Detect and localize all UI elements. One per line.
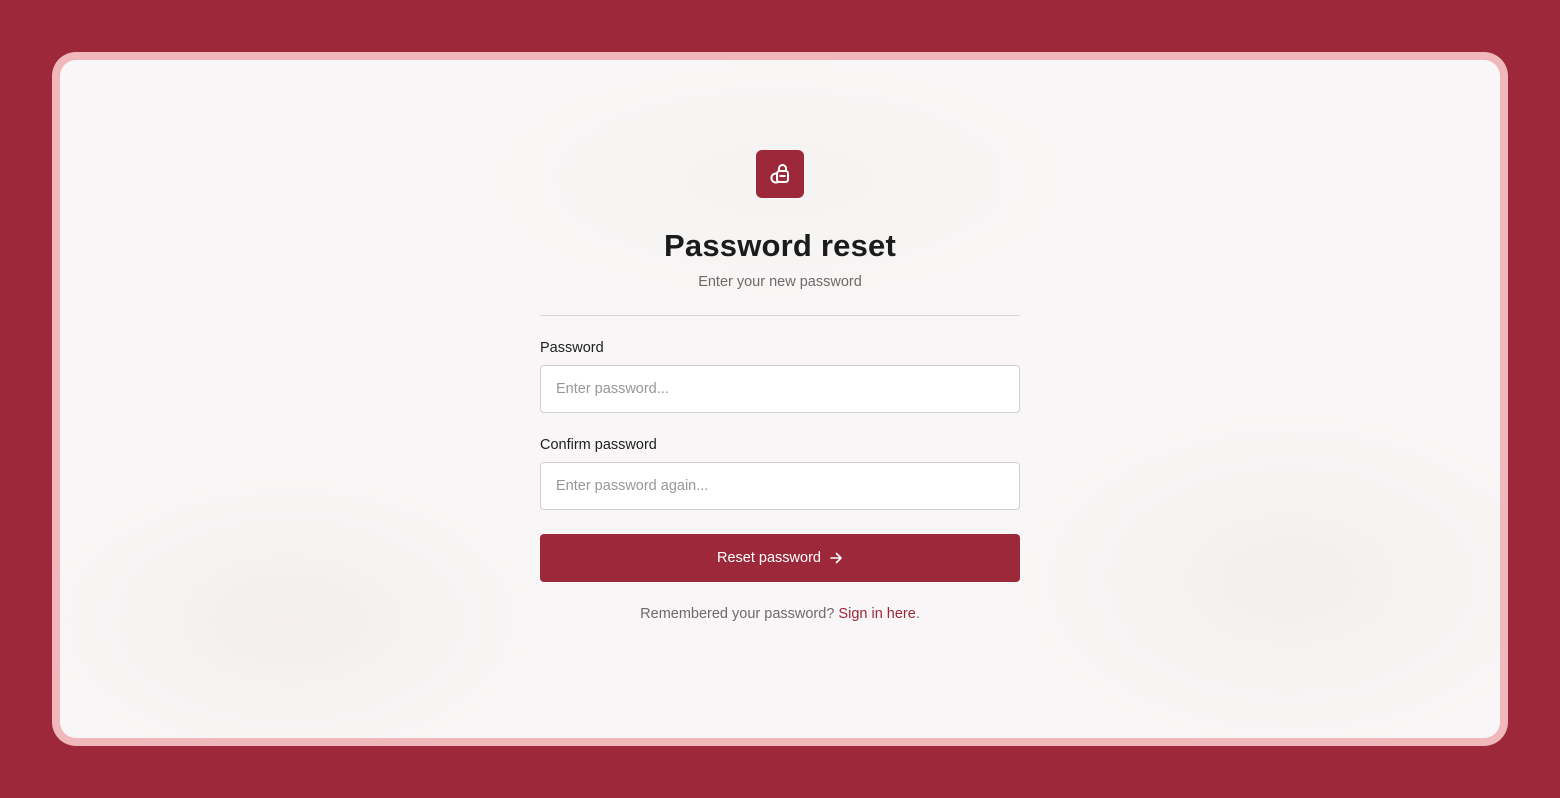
sign-in-prompt-suffix: . (915, 606, 920, 622)
reset-password-button[interactable]: Reset password (540, 534, 1020, 582)
sign-in-link[interactable]: Sign in here (838, 606, 915, 622)
lock-heart-icon (770, 164, 789, 184)
confirm-password-label: Confirm password (540, 437, 657, 453)
sign-in-prompt: Remembered your password? Sign in here. (540, 606, 1020, 622)
page-subtitle: Enter your new password (698, 274, 862, 290)
page-title: Password reset (664, 228, 896, 263)
password-label: Password (540, 340, 604, 356)
confirm-password-input[interactable] (540, 462, 1020, 510)
page-frame: Password reset Enter your new password P… (52, 52, 1508, 746)
password-input[interactable] (540, 365, 1020, 413)
sign-in-prompt-text: Remembered your password? (640, 606, 835, 622)
app-logo (756, 150, 804, 198)
header-divider (540, 315, 1020, 316)
reset-card: Password reset Enter your new password P… (60, 60, 1500, 738)
reset-password-button-label: Reset password (717, 550, 821, 566)
arrow-right-icon (830, 552, 842, 564)
